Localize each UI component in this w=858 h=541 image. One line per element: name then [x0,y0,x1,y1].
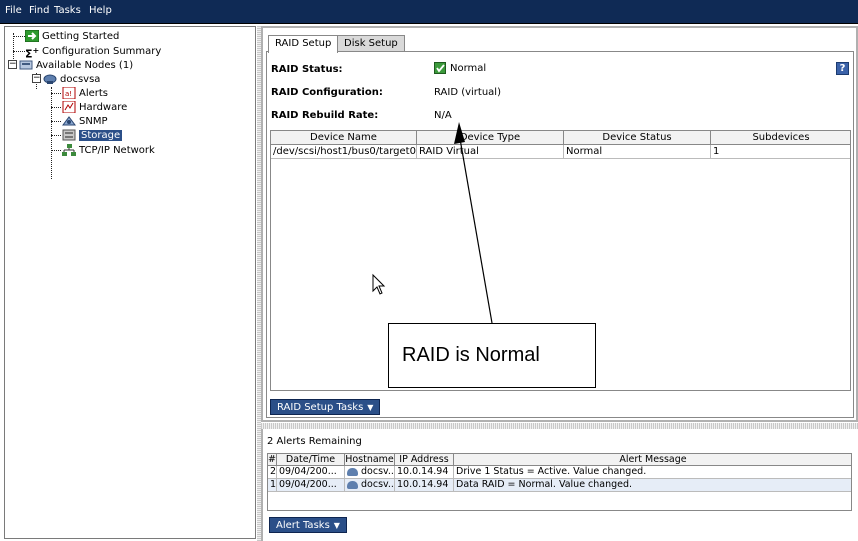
alert-tasks-label: Alert Tasks [276,519,330,531]
table-row[interactable]: 2 09/04/200... docsv... 10.0.14.94 Drive… [268,466,851,479]
alert-tasks-button[interactable]: Alert Tasks ▼ [269,517,347,533]
alert-message: Data RAID = Normal. Value changed. [454,479,851,492]
nodes-icon [19,59,33,71]
collapse-toggle-nodes[interactable]: − [8,60,17,69]
network-icon [62,144,76,156]
navigation-tree: Getting Started Σ+ Configuration Summary… [4,26,256,539]
tree-item-getting-started[interactable]: Getting Started [24,29,119,43]
table-row[interactable]: 1 09/04/200... docsv... 10.0.14.94 Data … [268,479,851,492]
menu-find[interactable]: Find [29,5,50,16]
menu-file[interactable]: File [5,5,22,16]
annotation-callout: RAID is Normal [388,323,596,388]
alert-date-time: 09/04/200... [277,479,345,492]
storage-icon [62,129,76,141]
tree-item-alerts[interactable]: a! Alerts [62,86,108,100]
svg-text:a!: a! [65,90,72,98]
menu-tasks[interactable]: Tasks [54,5,81,16]
menu-help[interactable]: Help [89,5,112,16]
alert-hostname: docsv... [345,479,395,492]
dropdown-arrow-icon: ▼ [333,520,340,530]
getting-started-icon [24,29,40,43]
raid-configuration-label: RAID Configuration: [271,87,383,98]
help-icon[interactable]: ? [836,62,849,75]
column-header-device-name[interactable]: Device Name [271,131,417,145]
column-header-ip-address[interactable]: IP Address [395,454,454,466]
hardware-icon [62,100,76,114]
raid-configuration-value: RAID (virtual) [434,87,501,98]
column-header-hostname[interactable]: Hostname [345,454,395,466]
collapse-toggle-docsvsa[interactable]: − [32,74,41,83]
tree-item-storage[interactable]: Storage [62,128,123,142]
alerts-panel: 2 Alerts Remaining # Date/Time Hostname … [261,429,858,541]
raid-status-text: Normal [450,62,487,74]
raid-status-value: Normal [434,62,486,74]
alert-number: 1 [270,479,277,492]
raid-status-label: RAID Status: [271,64,343,75]
column-header-alert-message[interactable]: Alert Message [454,454,851,466]
alerts-table: # Date/Time Hostname IP Address Alert Me… [267,453,852,511]
tab-raid-setup[interactable]: RAID Setup [268,35,339,53]
alert-date-time: 09/04/200... [277,466,345,479]
snmp-icon [62,115,76,127]
server-icon [347,480,358,489]
alert-hostname: docsv... [345,466,395,479]
tree-item-tcpip-network[interactable]: TCP/IP Network [62,143,155,157]
table-cell-device-name[interactable]: /dev/scsi/host1/bus0/target0/lu... [271,145,417,159]
raid-setup-tasks-button[interactable]: RAID Setup Tasks ▼ [270,399,381,415]
raid-setup-tasks-label: RAID Setup Tasks [277,401,364,413]
alerts-icon: a! [62,86,76,100]
annotation-text: RAID is Normal [402,344,540,366]
alert-number: 2 [270,466,277,479]
server-icon [347,467,358,476]
server-icon [43,73,57,85]
tree-item-configuration-summary[interactable]: Σ+ Configuration Summary [25,44,161,61]
menu-bar: File Find Tasks Help [0,0,858,24]
check-icon [434,62,446,74]
alert-message: Drive 1 Status = Active. Value changed. [454,466,851,479]
raid-rebuild-rate-value: N/A [434,110,452,121]
tree-item-hardware[interactable]: Hardware [62,100,127,114]
column-header-device-status[interactable]: Device Status [564,131,711,145]
column-header-number[interactable]: # [268,454,277,466]
column-header-subdevices[interactable]: Subdevices [711,131,850,145]
column-header-date-time[interactable]: Date/Time [277,454,345,466]
raid-rebuild-rate-label: RAID Rebuild Rate: [271,110,379,121]
table-cell-device-status[interactable]: Normal [564,145,711,159]
sigma-icon: Σ+ [25,46,40,61]
alert-ip-address: 10.0.14.94 [395,479,454,492]
tab-disk-setup[interactable]: Disk Setup [337,35,405,52]
tree-item-docsvsa[interactable]: docsvsa [43,72,100,86]
alerts-remaining-title: 2 Alerts Remaining [267,436,362,447]
tree-item-snmp[interactable]: SNMP [62,114,108,128]
alert-ip-address: 10.0.14.94 [395,466,454,479]
tree-item-available-nodes[interactable]: Available Nodes (1) [19,58,133,72]
table-cell-device-type[interactable]: RAID Virtual [417,145,564,159]
column-header-device-type[interactable]: Device Type [417,131,564,145]
table-cell-subdevices[interactable]: 1 [711,145,850,159]
dropdown-arrow-icon: ▼ [367,402,374,412]
